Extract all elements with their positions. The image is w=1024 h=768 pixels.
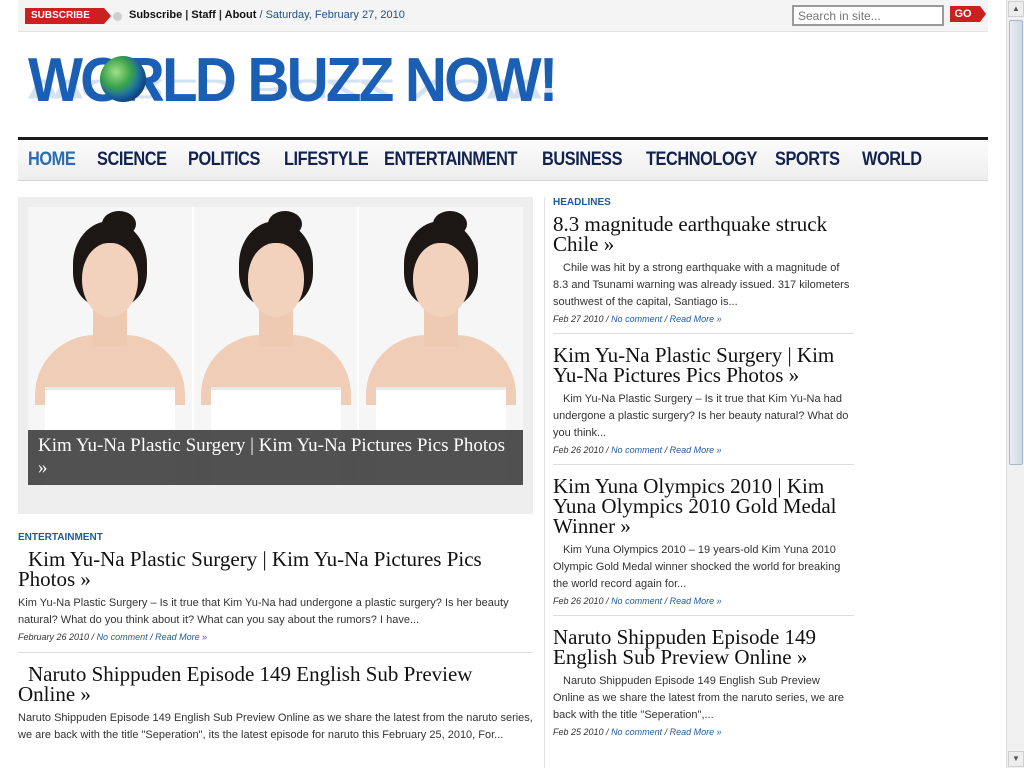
top-bar: SUBSCRIBE Subscribe | Staff | About / Sa… — [18, 0, 988, 32]
nav-item-sports[interactable]: SPORTS — [775, 149, 840, 171]
comment-link[interactable]: No comment — [97, 632, 148, 642]
current-date: Saturday, February 27, 2010 — [265, 9, 405, 21]
list-item: 8.3 magnitude earthquake struck Chile » … — [553, 214, 854, 334]
headline-excerpt: Chile was hit by a strong earthquake wit… — [553, 262, 850, 308]
nav-item-lifestyle[interactable]: LIFESTYLE — [284, 149, 369, 171]
top-links: Subscribe | Staff | About / Saturday, Fe… — [129, 9, 405, 21]
article-title[interactable]: Naruto Shippuden Episode 149 English Sub… — [18, 664, 533, 705]
article-meta: February 26 2010 / No comment / Read Mor… — [18, 632, 208, 642]
subscribe-link[interactable]: Subscribe — [129, 9, 182, 21]
nav-item-science[interactable]: SCIENCE — [97, 149, 167, 171]
headline-title[interactable]: Naruto Shippuden Episode 149 English Sub… — [553, 627, 854, 668]
headline-title[interactable]: Kim Yu-Na Plastic Surgery | Kim Yu-Na Pi… — [553, 345, 854, 386]
about-link[interactable]: About — [225, 9, 257, 21]
list-item: Kim Yu-Na Plastic Surgery | Kim Yu-Na Pi… — [553, 345, 854, 465]
read-more-link[interactable]: Read More » — [670, 596, 722, 606]
scroll-thumb[interactable] — [1009, 20, 1023, 465]
list-item: Kim Yuna Olympics 2010 | Kim Yuna Olympi… — [553, 476, 854, 616]
read-more-link[interactable]: Read More » — [155, 632, 207, 642]
nav-item-world[interactable]: WORLD — [862, 149, 922, 171]
subscribe-badge[interactable]: SUBSCRIBE — [25, 8, 111, 24]
list-item: Naruto Shippuden Episode 149 English Sub… — [553, 627, 854, 746]
comment-link[interactable]: No comment — [611, 727, 662, 737]
comment-link[interactable]: No comment — [611, 314, 662, 324]
headlines-column: HEADLINES 8.3 magnitude earthquake struc… — [553, 197, 854, 757]
site-logo[interactable]: WORLD BUZZ NOW! WORLD BUZZ NOW! — [28, 46, 638, 136]
headline-excerpt: Kim Yuna Olympics 2010 – 19 years-old Ki… — [553, 544, 841, 590]
nav-item-politics[interactable]: POLITICS — [188, 149, 260, 171]
featured-slider[interactable]: Kim Yu-Na Plastic Surgery | Kim Yu-Na Pi… — [18, 197, 533, 514]
headline-date: Feb 26 2010 — [553, 445, 604, 455]
nav-item-business[interactable]: BUSINESS — [542, 149, 623, 171]
headline-date: Feb 25 2010 — [553, 727, 604, 737]
headline-meta: Feb 26 2010 / No comment / Read More » — [553, 445, 722, 455]
comment-link[interactable]: No comment — [611, 596, 662, 606]
search-input[interactable] — [792, 5, 944, 26]
read-more-link[interactable]: Read More » — [670, 314, 722, 324]
category-label[interactable]: ENTERTAINMENT — [18, 532, 533, 543]
go-button[interactable]: GO — [950, 6, 986, 22]
headline-meta: Feb 26 2010 / No comment / Read More » — [553, 596, 722, 606]
headline-date: Feb 26 2010 — [553, 596, 604, 606]
article-excerpt: Kim Yu-Na Plastic Surgery – Is it true t… — [18, 597, 509, 626]
headline-title[interactable]: 8.3 magnitude earthquake struck Chile » — [553, 214, 854, 255]
article-excerpt: Naruto Shippuden Episode 149 English Sub… — [18, 712, 533, 741]
featured-title-link[interactable]: Kim Yu-Na Plastic Surgery | Kim Yu-Na Pi… — [38, 435, 505, 478]
article-title[interactable]: Kim Yu-Na Plastic Surgery | Kim Yu-Na Pi… — [18, 549, 533, 590]
scroll-up-icon[interactable]: ▲ — [1008, 1, 1024, 17]
nav-item-entertainment[interactable]: ENTERTAINMENT — [384, 149, 517, 171]
headline-meta: Feb 25 2010 / No comment / Read More » — [553, 727, 722, 737]
headline-excerpt: Naruto Shippuden Episode 149 English Sub… — [553, 675, 845, 721]
article-date: February 26 2010 — [18, 632, 90, 642]
comment-link[interactable]: No comment — [611, 445, 662, 455]
headline-date: Feb 27 2010 — [553, 314, 604, 324]
article-list: ENTERTAINMENT Kim Yu-Na Plastic Surgery … — [18, 532, 533, 765]
headline-excerpt: Kim Yu-Na Plastic Surgery – Is it true t… — [553, 393, 849, 439]
headline-meta: Feb 27 2010 / No comment / Read More » — [553, 314, 722, 324]
staff-link[interactable]: Staff — [191, 9, 215, 21]
list-item: Kim Yu-Na Plastic Surgery | Kim Yu-Na Pi… — [18, 549, 533, 653]
bullet-icon — [113, 12, 122, 21]
main-nav: HOME SCIENCE POLITICS LIFESTYLE ENTERTAI… — [18, 137, 988, 181]
headline-title[interactable]: Kim Yuna Olympics 2010 | Kim Yuna Olympi… — [553, 476, 854, 537]
nav-item-home[interactable]: HOME — [28, 149, 76, 171]
list-item: Naruto Shippuden Episode 149 English Sub… — [18, 664, 533, 754]
read-more-link[interactable]: Read More » — [670, 727, 722, 737]
column-divider — [544, 197, 545, 768]
read-more-link[interactable]: Read More » — [670, 445, 722, 455]
page: SUBSCRIBE Subscribe | Staff | About / Sa… — [18, 0, 988, 768]
globe-icon — [100, 56, 146, 102]
featured-caption: Kim Yu-Na Plastic Surgery | Kim Yu-Na Pi… — [28, 430, 523, 485]
vertical-scrollbar[interactable]: ▲ ▼ — [1006, 0, 1024, 768]
scroll-down-icon[interactable]: ▼ — [1008, 751, 1024, 767]
headlines-label: HEADLINES — [553, 197, 611, 208]
nav-item-technology[interactable]: TECHNOLOGY — [646, 149, 757, 171]
